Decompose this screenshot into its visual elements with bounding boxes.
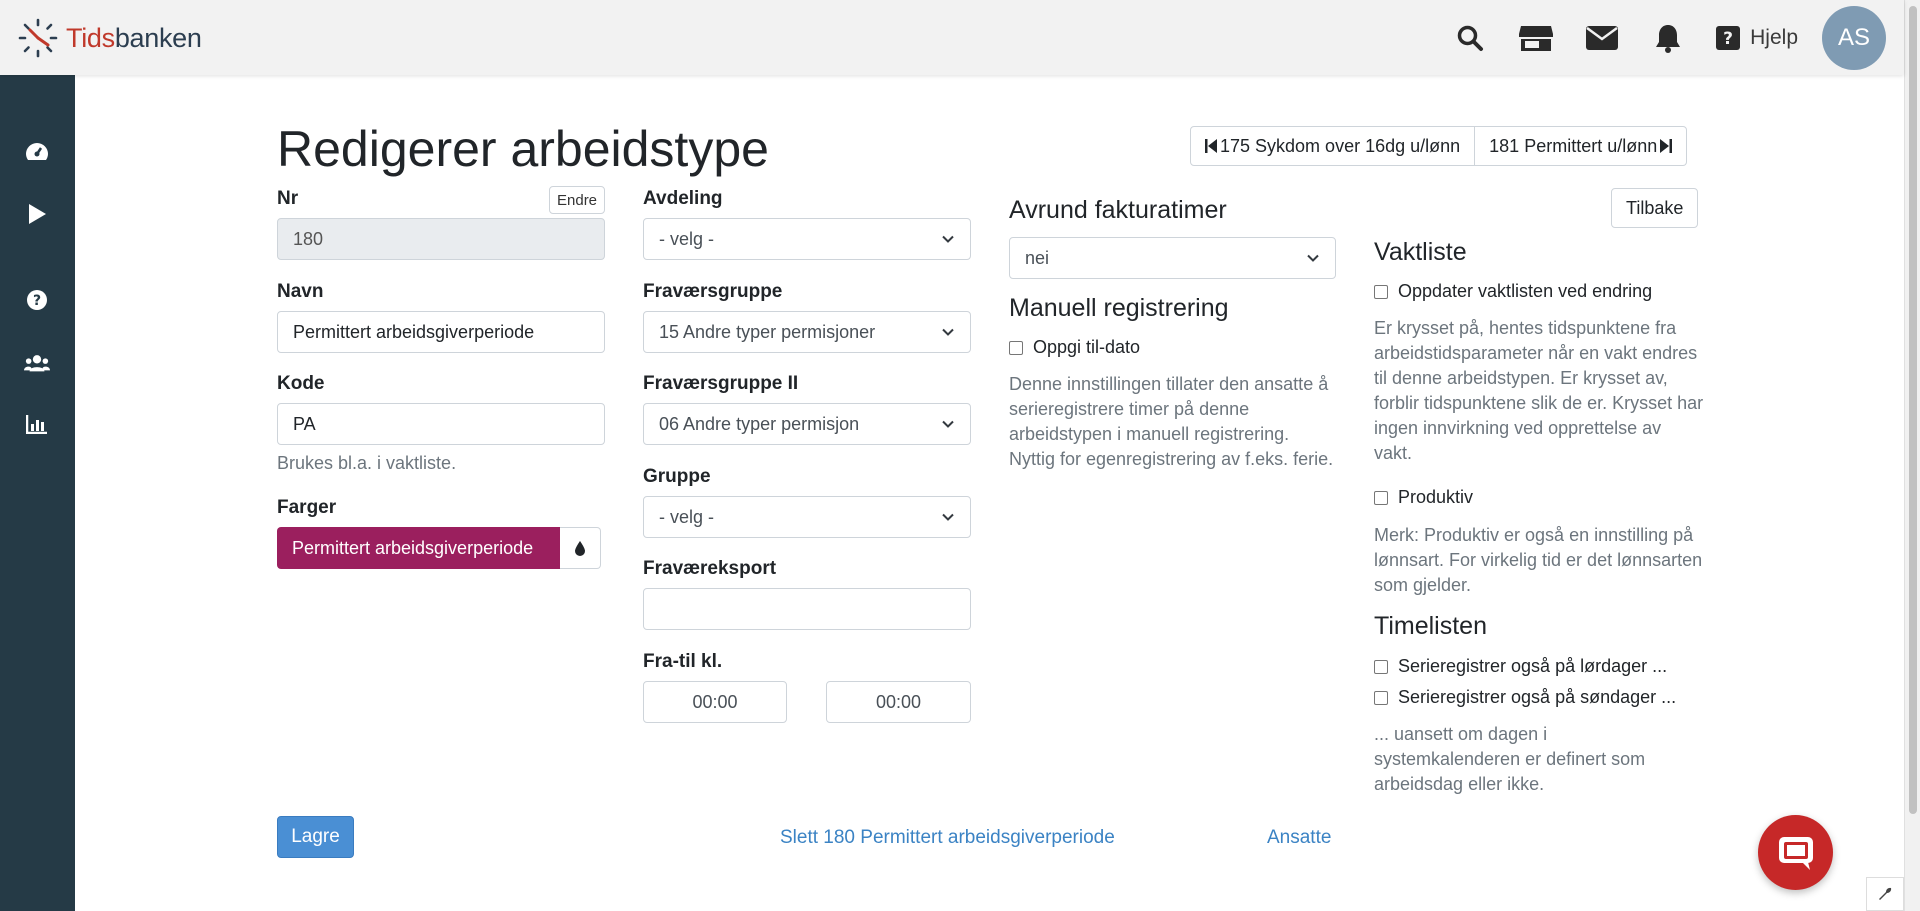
to-time-input[interactable]: 00:00 [826, 681, 971, 723]
back-button[interactable]: Tilbake [1611, 188, 1699, 228]
next-record-label: 181 Permittert u/lønn [1489, 135, 1658, 156]
avdeling-label: Avdeling [643, 188, 723, 209]
gruppe-select[interactable]: - velg - [643, 496, 971, 538]
question-icon[interactable]: ? [24, 287, 50, 313]
oppgi-til-dato-checkbox[interactable] [1009, 340, 1023, 355]
nr-field: 180 [277, 218, 605, 260]
avrund-value: nei [1025, 247, 1050, 268]
nr-label: Nr [277, 188, 299, 209]
page-title: Redigerer arbeidstype [277, 121, 769, 177]
prev-record-label: 175 Sykdom over 16dg u/lønn [1220, 135, 1461, 156]
help-label: Hjelp [1750, 25, 1798, 49]
record-navigation: 175 Sykdom over 16dg u/lønn 181 Permitte… [1190, 126, 1688, 166]
saturday-row: Serieregistrer også på lørdager ... [1374, 656, 1667, 677]
avdeling-select[interactable]: - velg - [643, 218, 971, 260]
oppdater-vaktliste-label: Oppdater vaktlisten ved endring [1398, 281, 1653, 301]
dashboard-icon[interactable] [24, 139, 50, 165]
fratil-label: Fra-til kl. [643, 651, 723, 672]
help-icon: ? [1716, 25, 1741, 50]
kode-input[interactable]: PA [277, 403, 605, 445]
avrund-title: Avrund fakturatimer [1009, 196, 1227, 224]
page-scrollbar[interactable] [1904, 0, 1920, 911]
scrollbar-thumb[interactable] [1909, 6, 1917, 814]
timelisten-note: ... uansett om dagen i systemkalenderen … [1374, 724, 1646, 794]
oppdater-vaktliste-row: Oppdater vaktlisten ved endring [1374, 281, 1652, 302]
chat-button[interactable] [1758, 815, 1833, 890]
mail-icon[interactable] [1584, 20, 1620, 56]
users-icon[interactable] [24, 350, 50, 376]
color-picker-button[interactable] [560, 527, 601, 569]
chevron-down-icon [942, 513, 954, 521]
prev-record-button[interactable]: 175 Sykdom over 16dg u/lønn [1190, 126, 1476, 166]
step-backward-icon [1205, 139, 1217, 153]
fravaersgruppe-select[interactable]: 15 Andre typer permisjoner [643, 311, 971, 353]
top-bar: Tidsbanken ? Hjelp AS [0, 0, 1904, 75]
fravaersgruppe2-value: 06 Andre typer permisjon [659, 413, 860, 434]
step-forward-icon [1660, 139, 1673, 153]
edit-nr-button[interactable]: Endre [549, 186, 606, 214]
produktiv-label: Produktiv [1398, 487, 1474, 507]
chevron-down-icon [942, 420, 954, 428]
clock-logo-icon [18, 18, 58, 58]
produktiv-checkbox[interactable] [1374, 490, 1388, 505]
produktiv-note: Merk: Produktiv er også en innstilling p… [1374, 525, 1703, 595]
play-icon[interactable] [24, 201, 50, 227]
navn-label: Navn [277, 281, 324, 302]
sunday-checkbox[interactable] [1374, 690, 1388, 705]
avdeling-value: - velg - [659, 228, 715, 249]
vaktliste-title: Vaktliste [1374, 238, 1467, 266]
oppgi-til-dato-label: Oppgi til-dato [1033, 337, 1141, 357]
brand-logo[interactable]: Tidsbanken [18, 18, 202, 58]
vaktliste-description: Er krysset på, hentes tidspunktene fra a… [1374, 318, 1704, 463]
store-icon[interactable] [1518, 20, 1554, 56]
top-icons: ? Hjelp AS [1452, 0, 1904, 75]
gruppe-value: - velg - [659, 506, 715, 527]
timelisten-title: Timelisten [1374, 612, 1487, 640]
fravaereksport-label: Fraværeksport [643, 558, 777, 579]
manuell-title: Manuell registrering [1009, 294, 1229, 322]
kode-hint: Brukes bl.a. i vaktliste. [277, 453, 457, 473]
kode-label: Kode [277, 373, 325, 394]
fravaersgruppe-value: 15 Andre typer permisjoner [659, 321, 876, 342]
chat-icon [1778, 836, 1813, 870]
manuell-description: Denne innstillingen tillater den ansatte… [1009, 374, 1334, 469]
search-icon[interactable] [1452, 20, 1488, 56]
next-record-button[interactable]: 181 Permittert u/lønn [1475, 126, 1688, 166]
brand-name: Tidsbanken [66, 22, 202, 53]
svg-text:?: ? [1723, 29, 1733, 49]
farger-label: Farger [277, 497, 337, 518]
user-avatar[interactable]: AS [1822, 5, 1886, 70]
help-link[interactable]: ? Hjelp [1716, 25, 1798, 50]
oppdater-vaktliste-checkbox[interactable] [1374, 284, 1388, 299]
fravaersgruppe2-select[interactable]: 06 Andre typer permisjon [643, 403, 971, 445]
saturday-label: Serieregistrer også på lørdager ... [1398, 656, 1668, 676]
gruppe-label: Gruppe [643, 466, 711, 487]
oppgi-til-dato-row: Oppgi til-dato [1009, 337, 1140, 358]
color-preview-button[interactable]: Permittert arbeidsgiverperiode [277, 527, 560, 569]
fravaereksport-input[interactable] [643, 588, 971, 630]
sunday-label: Serieregistrer også på søndager ... [1398, 687, 1677, 707]
avrund-select[interactable]: nei [1009, 237, 1336, 279]
save-button[interactable]: Lagre [277, 816, 354, 858]
sidebar: ? [0, 75, 75, 911]
delete-link[interactable]: Slett 180 Permittert arbeidsgiverperiode [780, 827, 1115, 849]
bell-icon[interactable] [1650, 20, 1686, 56]
svg-text:?: ? [33, 293, 41, 309]
chevron-down-icon [1307, 254, 1319, 262]
saturday-checkbox[interactable] [1374, 659, 1388, 674]
fravaersgruppe-label: Fraværsgruppe [643, 281, 783, 302]
produktiv-row: Produktiv [1374, 487, 1473, 508]
wrench-icon[interactable] [1866, 877, 1904, 911]
employees-link[interactable]: Ansatte [1267, 827, 1331, 849]
navn-input[interactable]: Permittert arbeidsgiverperiode [277, 311, 605, 353]
chevron-down-icon [942, 235, 954, 243]
fravaersgruppe2-label: Fraværsgruppe II [643, 373, 799, 394]
chart-icon[interactable] [24, 411, 50, 437]
sunday-row: Serieregistrer også på søndager ... [1374, 687, 1676, 708]
chevron-down-icon [942, 328, 954, 336]
tint-icon [575, 541, 585, 556]
from-time-input[interactable]: 00:00 [643, 681, 787, 723]
